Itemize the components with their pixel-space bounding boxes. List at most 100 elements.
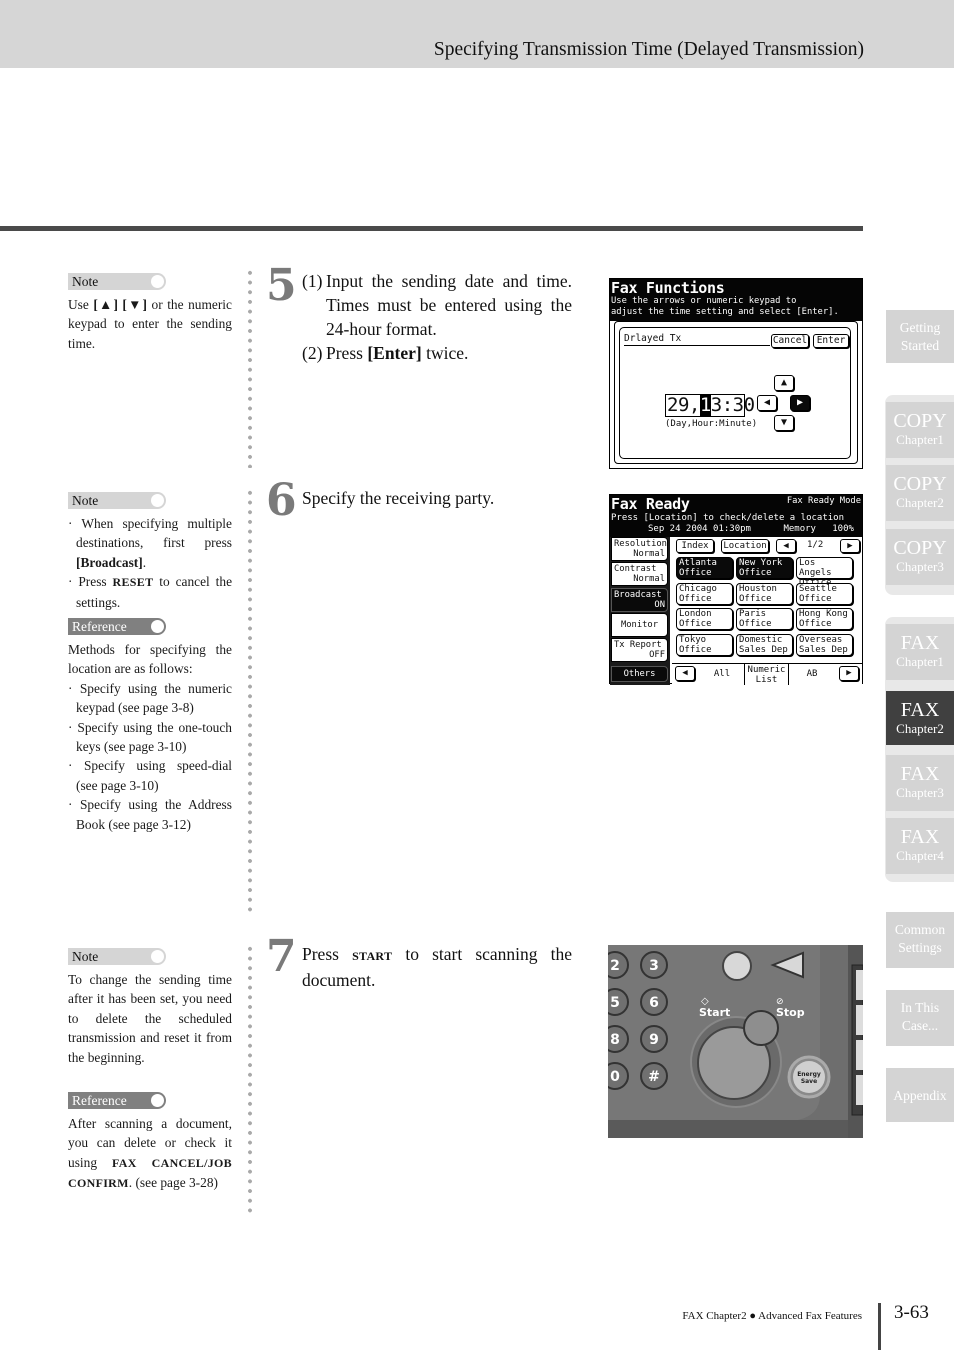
- chapter-tab[interactable]: FAX Chapter3: [886, 755, 954, 811]
- index-button[interactable]: Index: [676, 539, 714, 553]
- page-title: Specifying Transmission Time (Delayed Tr…: [433, 39, 864, 60]
- reference-box-2: Reference After scanning a document, you…: [68, 1092, 232, 1194]
- location-button[interactable]: Location: [721, 539, 769, 553]
- location-button[interactable]: New York Office: [736, 557, 793, 579]
- location-button[interactable]: Los AngelsOffice: [796, 557, 853, 588]
- page-prev-button[interactable]: ◀: [776, 539, 796, 553]
- chapter-tab[interactable]: COPY Chapter2: [886, 465, 954, 521]
- step-5-text: (1) Input the sending date and time. Time…: [302, 271, 572, 363]
- arrow-right-button[interactable]: ▶: [790, 395, 810, 411]
- cancel-button[interactable]: Cancel: [771, 334, 809, 348]
- reference-bullet: · Specify using the one-touch keys (see …: [68, 719, 232, 755]
- monitor-button[interactable]: Monitor: [611, 613, 668, 637]
- note-text: To change the sending time after it has …: [68, 972, 232, 1065]
- location-button[interactable]: Domestic Sales Dep: [736, 633, 793, 656]
- delayed-tx-dialog: Drlayed Tx Cancel Enter 29,13:30 (Day,Ho…: [619, 327, 851, 459]
- reference-intro: Methods for specifying the location are …: [68, 642, 232, 677]
- contrast-button[interactable]: Contrast Normal: [611, 562, 668, 586]
- location-button[interactable]: Hong Kong Office: [796, 608, 853, 630]
- tx-report-button[interactable]: Tx Report OFF: [611, 638, 668, 662]
- tab-prev-button[interactable]: ◀: [675, 666, 695, 681]
- resolution-button[interactable]: Resolution Normal: [611, 537, 668, 561]
- arrow-down-button[interactable]: ▼: [774, 415, 794, 431]
- note-tag: Note: [68, 492, 166, 509]
- screen-header: Fax Ready Fax Ready Mode Press [Location…: [610, 495, 862, 537]
- start-icon: ◇: [701, 996, 709, 1007]
- footer-divider: [878, 1303, 881, 1350]
- location-button[interactable]: Atlanta Office: [676, 557, 733, 579]
- note-tag: Note: [68, 273, 166, 290]
- section-rule: [0, 226, 863, 231]
- stop-icon: ⊘: [776, 997, 784, 1007]
- chapter-tab[interactable]: FAX Chapter2: [886, 691, 954, 745]
- location-button[interactable]: London Office: [676, 608, 733, 630]
- note-box-3: Note To change the sending time after it…: [68, 948, 232, 1067]
- reference-bullet: · Specify using the Address Book (see pa…: [68, 797, 232, 832]
- screen-title: Fax Ready: [611, 495, 690, 513]
- key-label: 2: [610, 958, 620, 974]
- tab-all[interactable]: All: [700, 664, 744, 685]
- key-label: 5: [610, 995, 620, 1011]
- others-button[interactable]: Others: [611, 666, 668, 682]
- start-label: Start: [699, 1006, 730, 1019]
- fax-ready-screen: Fax Ready Fax Ready Mode Press [Location…: [609, 494, 863, 685]
- status-line: Sep 24 2004 01:30pm Memory 100%: [648, 524, 854, 534]
- step-number: 7: [266, 931, 297, 982]
- energy-save-label: Energy: [797, 1071, 821, 1078]
- time-format-hint: (Day,Hour:Minute): [665, 419, 758, 429]
- footer-section: FAX Chapter2 ● Advanced Fax Features: [682, 1310, 862, 1322]
- reference-tag: Reference: [68, 618, 166, 635]
- note-bullet: · When specifying multiple destinations,…: [68, 516, 232, 570]
- dialog-title: Drlayed Tx: [624, 333, 770, 346]
- location-button[interactable]: Chicago Office: [676, 582, 733, 605]
- arrow-left-button[interactable]: ◀: [757, 395, 777, 411]
- dotted-divider: [247, 488, 253, 913]
- step-number: 6: [266, 475, 297, 526]
- location-button[interactable]: Overseas Sales Dep: [796, 633, 853, 656]
- location-button[interactable]: Houston Office: [736, 582, 793, 605]
- reference-box-1: Reference Methods for specifying the loc…: [68, 618, 232, 834]
- index-tab-bar: ◀ All Numeric List AB ▶: [672, 663, 862, 685]
- key-label: 0: [610, 1069, 620, 1085]
- reference-bullet: · Specify using speed-dial (see page 3-1…: [68, 758, 232, 793]
- chapter-tab[interactable]: FAX Chapter1: [886, 624, 954, 680]
- chapter-tab[interactable]: Appendix: [886, 1068, 954, 1122]
- page-number: 3-63: [894, 1302, 929, 1323]
- note-box-1: Note Use [▲] [▼] or the numeric keypad t…: [68, 273, 232, 353]
- location-button[interactable]: Seattle Office: [796, 582, 853, 605]
- chapter-tab[interactable]: COPY Chapter1: [886, 402, 954, 458]
- location-button[interactable]: Paris Office: [736, 608, 793, 630]
- screen-header: Fax Functions Use the arrows or numeric …: [610, 279, 862, 321]
- settings-sidebar: Resolution Normal Contrast Normal Broadcas…: [610, 537, 670, 685]
- note-bullet: · Press RESET to cancel the settings.: [68, 574, 233, 610]
- screen-instruction: Use the arrows or numeric keypad to adju…: [611, 296, 839, 317]
- chapter-tab[interactable]: Common Settings: [886, 912, 954, 968]
- chapter-tab[interactable]: In This Case...: [886, 990, 954, 1046]
- chapter-tab[interactable]: FAX Chapter4: [886, 818, 954, 874]
- tab-numeric-list[interactable]: Numeric List: [744, 664, 789, 685]
- screen-title: Fax Functions: [611, 279, 725, 297]
- note-tag: Note: [68, 948, 166, 965]
- broadcast-button[interactable]: Broadcast ON: [611, 588, 668, 612]
- text-cursor: 1: [699, 394, 711, 416]
- step-number: 5: [266, 260, 297, 311]
- location-button[interactable]: Tokyo Office: [676, 633, 733, 656]
- tab-ab[interactable]: AB: [789, 664, 835, 685]
- key-label: 3: [649, 958, 659, 974]
- chapter-tab[interactable]: COPY Chapter3: [886, 529, 954, 585]
- mode-label: Fax Ready Mode: [786, 496, 861, 506]
- reference-text: After scanning a document, you can delet…: [68, 1116, 232, 1191]
- chapter-tab[interactable]: Getting Started: [886, 310, 954, 363]
- arrow-up-button[interactable]: ▲: [774, 375, 794, 391]
- time-input[interactable]: 29,13:30: [665, 394, 755, 417]
- page-next-button[interactable]: ▶: [840, 539, 860, 553]
- note-box-2: Note · When specifying multiple destinat…: [68, 492, 232, 612]
- key-label: 6: [649, 995, 659, 1011]
- tab-next-button[interactable]: ▶: [839, 666, 859, 681]
- enter-button[interactable]: Enter: [813, 334, 849, 348]
- key-label: #: [648, 1069, 660, 1085]
- page-indicator: 1/2: [807, 540, 824, 550]
- dotted-divider: [247, 268, 253, 468]
- stop-label: Stop: [776, 1006, 805, 1019]
- reference-tag: Reference: [68, 1092, 166, 1109]
